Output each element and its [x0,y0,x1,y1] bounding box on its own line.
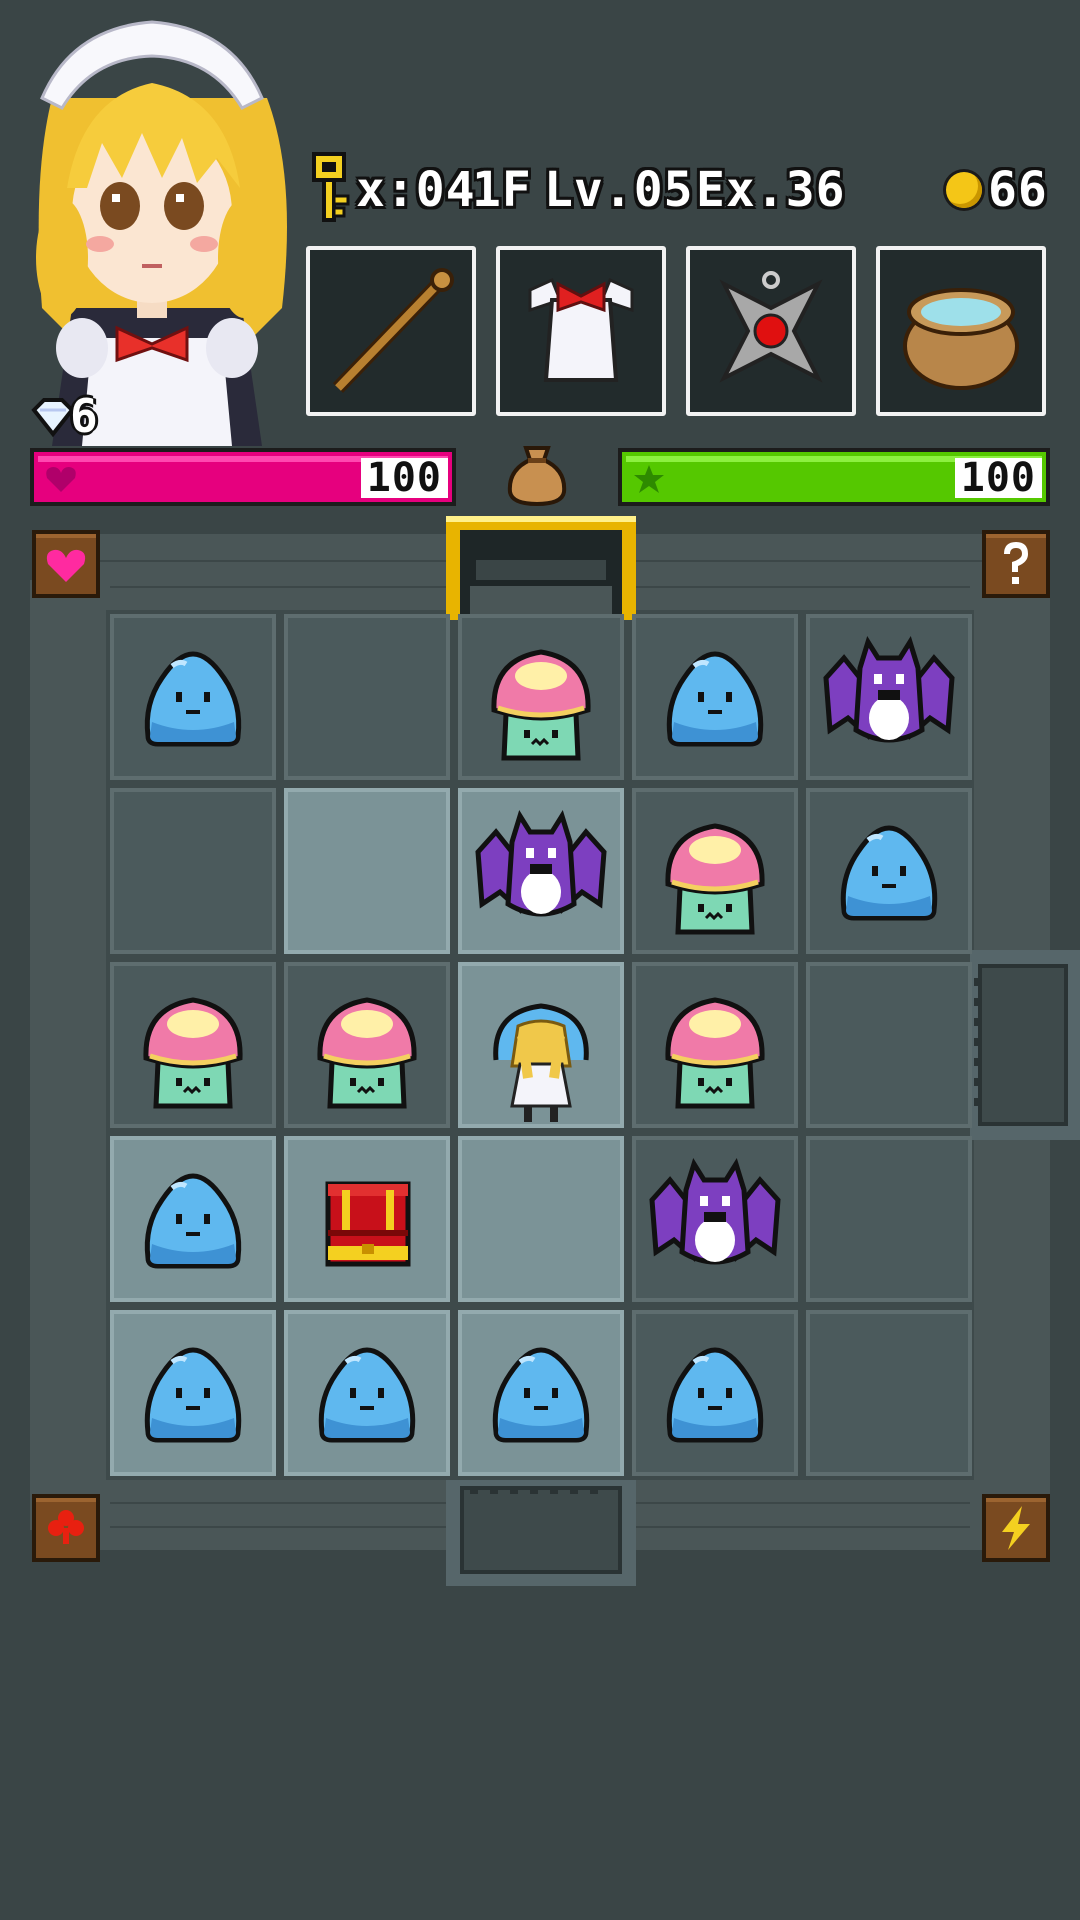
floor-tile[interactable] [632,1136,798,1302]
floor-tile[interactable] [284,788,450,954]
mushroom-sprite [491,649,591,761]
mushroom-sprite [665,823,765,935]
slime-enemy-icon [318,1347,416,1443]
heart-icon [46,549,86,582]
slime-enemy-icon [144,651,242,747]
floor-tile[interactable] [806,614,972,780]
floor-tile[interactable] [284,1310,450,1476]
floor-tile[interactable] [284,962,450,1128]
slime-sprite [666,1347,764,1443]
slime-enemy-icon [144,1173,242,1269]
floor-tile[interactable] [458,788,624,954]
experience-indicator: Ex.36 [696,162,846,218]
item-bag-icon[interactable] [502,438,572,508]
floor-tile[interactable] [110,788,276,954]
bat-enemy-icon [823,636,955,743]
bat-enemy-icon [475,810,607,917]
floor-tile[interactable] [110,962,276,1128]
treasure-chest-icon [325,1181,411,1267]
slime-enemy-icon [492,1347,590,1443]
floor-tile[interactable] [110,1310,276,1476]
coin-count: 66 [988,162,1048,218]
heal-button[interactable] [32,530,100,598]
floor-tile[interactable] [632,614,798,780]
floor-tile[interactable] [806,962,972,1128]
maid-character-portrait [12,8,292,446]
wooden-staff-icon [332,268,454,393]
floor-tile[interactable] [458,1136,624,1302]
equipment-slot-item[interactable] [876,246,1046,416]
mushroom-sprite [665,997,765,1109]
floor-tile[interactable] [458,1310,624,1476]
clover-skill-button[interactable] [32,1494,100,1562]
key-icon [310,150,354,224]
mushroom-enemy-icon [665,823,765,935]
heart-icon [46,467,76,492]
health-value: 100 [360,458,448,498]
floor-tile[interactable] [806,1136,972,1302]
water-pot-icon [903,288,1019,390]
slime-sprite [492,1347,590,1443]
stamina-value: 100 [954,458,1042,498]
maid-player-icon [493,1003,589,1122]
floor-indicator: 1F [472,162,532,218]
floor-tile[interactable] [806,1310,972,1476]
door-right-closed [970,950,1080,1140]
slime-sprite [144,1173,242,1269]
health-bar: 100 [30,448,456,506]
lightning-bolt-icon [1002,1506,1030,1550]
slime-sprite [144,1347,242,1443]
slime-sprite [318,1347,416,1443]
mushroom-sprite [317,997,417,1109]
equipment-slot-accessory[interactable] [686,246,856,416]
door-bottom-closed [446,1480,636,1586]
dungeon-grid [110,614,972,1476]
floor-tile[interactable] [458,962,624,1128]
clover-icon [48,1510,84,1544]
slime-enemy-icon [666,1347,764,1443]
slime-enemy-icon [144,1347,242,1443]
red-gem-amulet-icon [719,271,823,383]
equipment-slot-armor[interactable] [496,246,666,416]
mushroom-enemy-icon [143,997,243,1109]
level-indicator: Lv.05 [544,162,694,218]
floor-tile[interactable] [806,788,972,954]
floor-tile[interactable] [632,788,798,954]
chest-sprite [325,1181,411,1267]
floor-tile[interactable] [632,962,798,1128]
gem-count: 6 [70,389,98,443]
floor-tile[interactable] [110,614,276,780]
maid-apron-icon [528,277,634,382]
floor-tile[interactable] [284,614,450,780]
bat-sprite [649,1158,781,1265]
floor-tile[interactable] [458,614,624,780]
bat-enemy-icon [649,1158,781,1265]
lightning-skill-button[interactable] [982,1494,1050,1562]
mushroom-sprite [143,997,243,1109]
question-mark-icon [1004,542,1028,584]
exit-door-top[interactable] [446,516,636,620]
floor-tile[interactable] [110,1136,276,1302]
slime-sprite [666,651,764,747]
key-count: x:04 [356,162,476,218]
stats-row: x:04 1F Lv.05 Ex.36 66 [310,150,1050,222]
star-icon [634,465,664,493]
equipment-slot-weapon[interactable] [306,246,476,416]
slime-sprite [840,825,938,921]
help-button[interactable] [982,530,1050,598]
mushroom-enemy-icon [491,649,591,761]
bat-sprite [823,636,955,743]
floor-tile[interactable] [284,1136,450,1302]
mushroom-enemy-icon [317,997,417,1109]
slime-sprite [144,651,242,747]
mushroom-enemy-icon [665,997,765,1109]
coin-icon [946,172,982,208]
slime-enemy-icon [666,651,764,747]
dungeon-wall-left [30,580,110,1530]
slime-enemy-icon [840,825,938,921]
floor-tile[interactable] [632,1310,798,1476]
bat-sprite [475,810,607,917]
stamina-bar: 100 [618,448,1050,506]
player-sprite [493,1003,589,1122]
